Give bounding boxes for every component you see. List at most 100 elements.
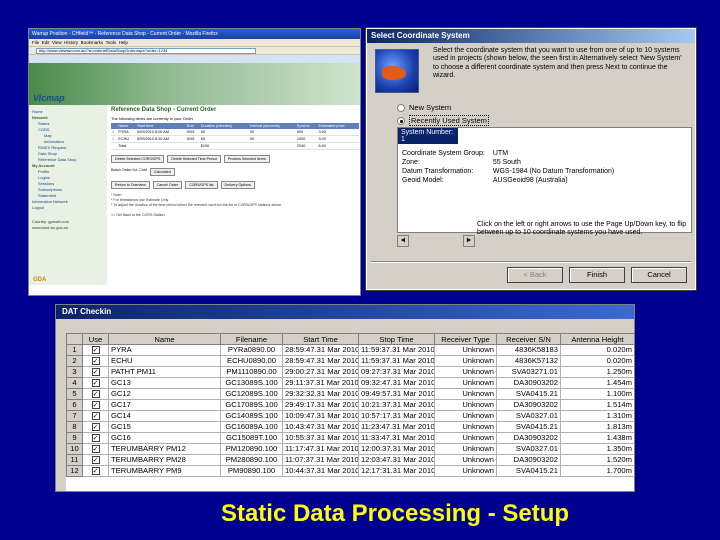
use-checkbox[interactable]: ✓ [91,357,100,365]
dat-row[interactable]: 2 ✓ ECHU ECHU0890.00 28:59:47.31 Mar 2010 11:… [66,355,634,367]
address-input[interactable] [36,47,256,54]
arrow-right-icon[interactable]: ► [463,235,475,247]
dat-cell: 11:23:47.31 Mar 2010 [358,421,435,433]
use-checkbox[interactable]: ✓ [91,423,100,431]
order-cell: 1000 [295,135,318,143]
dat-row[interactable]: 10 ✓ TERUMBARRY PM12 PM120890.100 11:17:47.3… [66,443,634,455]
use-checkbox[interactable]: ✓ [91,434,100,442]
dat-cell: 1.310m [560,410,634,422]
dat-column-header[interactable]: Filename [220,333,283,345]
cancel-button[interactable]: Cancel [631,267,687,283]
order-row[interactable]: Total $190 2040 6.00 [111,142,359,150]
dat-cell: SVA0415.21 [496,421,561,433]
order-action-button[interactable]: Delete Selected Time Period [167,155,221,163]
dat-cell: Unknown [434,465,497,477]
dat-row[interactable]: 9 ✓ GC16 GC15089T.100 10:55:37.31 Mar 2010 11… [66,432,634,444]
dat-row[interactable]: 12 ✓ TERUMBARRY PM9 PM90890.100 10:44:37.31 … [66,465,634,477]
dat-column-header[interactable]: Name [108,333,221,345]
dat-cell: 1.700m [560,465,634,477]
dat-column-header[interactable]: Receiver S/N [496,333,561,345]
use-checkbox[interactable]: ✓ [91,401,100,409]
dat-cell: PYRa0890.00 [220,344,283,356]
finish-button[interactable]: Finish [569,267,625,283]
dat-cell[interactable]: ✓ [82,388,109,400]
dat-cell: DA30903202 [496,454,561,466]
dat-cell[interactable]: ✓ [82,410,109,422]
dat-cell: Unknown [434,377,497,389]
radio-recent-system[interactable]: Recently Used System [397,115,489,126]
nav-link[interactable]: Logout [32,205,104,211]
order-nav-button[interactable]: Delivery Options [220,181,255,189]
arrow-left-icon[interactable]: ◄ [397,235,409,247]
order-table: Name Start time End Duration (minutes) Inter… [111,123,359,150]
dat-cell: 10:43:47.31 Mar 2010 [282,421,359,433]
use-checkbox[interactable]: ✓ [91,379,100,387]
dat-cell: SVA03271.01 [496,366,561,378]
dat-cell[interactable]: ✓ [82,454,109,466]
dat-row[interactable]: 8 ✓ GC15 GC16089A.100 10:43:47.31 Mar 2010 11… [66,421,634,433]
dat-cell[interactable]: ✓ [82,366,109,378]
use-checkbox[interactable]: ✓ [91,346,100,354]
dat-cell[interactable]: ✓ [82,465,109,477]
links-bar [29,55,360,63]
globe-icon [375,49,419,93]
use-checkbox[interactable]: ✓ [91,467,100,475]
dat-cell[interactable]: ✓ [82,399,109,411]
order-cell [185,142,200,150]
dat-cell: 29:32:32.31 Mar 2010 [282,388,359,400]
dat-cell[interactable]: ✓ [82,355,109,367]
use-checkbox[interactable]: ✓ [91,445,100,453]
dat-cell[interactable]: ✓ [82,377,109,389]
dat-cell: 09:49:57.31 Mar 2010 [358,388,435,400]
dat-column-header[interactable]: Stop Time [358,333,435,345]
dat-row[interactable]: 1 ✓ PYRA PYRa0890.00 28:59:47.31 Mar 2010 11:… [66,344,634,356]
dat-cell: Unknown [434,454,497,466]
order-nav-actions: Return to Overview Cancel Order CORS/GPS l… [111,181,359,189]
order-cell: 6.00 [317,142,359,150]
row-number: 10 [66,443,83,455]
dat-column-header[interactable]: Antenna Height [560,333,634,345]
dat-column-header[interactable]: Use [82,333,109,345]
row-number: 9 [66,432,83,444]
dat-cell: 10:44:37.31 Mar 2010 [282,465,359,477]
radio-new-system[interactable]: New System [397,103,451,112]
row-number: 5 [66,388,83,400]
dat-cell[interactable]: ✓ [82,421,109,433]
dat-cell: SVA0415.21 [496,388,561,400]
dat-row[interactable]: 3 ✓ PATHT PM11 PM1110890.00 29:00:27.31 Mar … [66,366,634,378]
system-details-list[interactable]: System Number: 1 Coordinate System Group… [397,127,692,233]
browser-content: Home Network Status CORS Map Information RINEX… [29,105,360,285]
dat-column-header[interactable]: Start Time [282,333,359,345]
dat-cell[interactable]: ✓ [82,432,109,444]
batch-select[interactable]: Calculated [149,168,175,176]
dat-row[interactable]: 7 ✓ GC14 GC14089S.100 10:09:47.31 Mar 2010 10… [66,410,634,422]
use-checkbox[interactable]: ✓ [91,412,100,420]
dat-cell: GC15089T.100 [220,432,283,444]
order-nav-button[interactable]: Return to Overview [111,181,150,189]
order-nav-button[interactable]: CORS/GPS list [185,181,218,189]
use-checkbox[interactable]: ✓ [91,390,100,398]
order-cell: ECHU [117,135,137,143]
dat-cell[interactable]: ✓ [82,443,109,455]
use-checkbox[interactable]: ✓ [91,368,100,376]
order-action-button[interactable]: Delete Selected CORS/GPS [111,155,165,163]
order-actions: Delete Selected CORS/GPS Delete Selected … [111,155,359,163]
dat-cell: SVA0327.01 [496,443,561,455]
system-field-label: Datum Transformation: [402,168,474,175]
order-nav-button[interactable]: Cancel Order [152,181,183,189]
back-button[interactable]: < Back [507,267,563,283]
dat-row[interactable]: 11 ✓ TERUMBARRY PM28 PM280890.100 11:07:37.3… [66,454,634,466]
dat-row[interactable]: 5 ✓ GC12 GC12089S.100 29:32:32.31 Mar 2010 09… [66,388,634,400]
dat-column-header[interactable] [66,333,83,345]
order-action-button[interactable]: Process Selected Items [223,155,270,163]
use-checkbox[interactable]: ✓ [91,456,100,464]
browser-menubar[interactable]: File Edit View History Bookmarks Tools H… [29,39,360,47]
dat-column-header[interactable]: Receiver Type [434,333,497,345]
batch-label: Batch Order for: Cost [111,168,147,172]
dat-cell[interactable]: ✓ [82,344,109,356]
dat-row[interactable]: 4 ✓ GC13 GC13089S.100 29:11:37.31 Mar 2010 09… [66,377,634,389]
order-row[interactable]: ○ ECHU 5/09/2010 8:30 AM 5/09 60 30 1000 3.00 [111,135,359,143]
dat-row[interactable]: 6 ✓ GC17 GC17089S.100 29:49:17.31 Mar 2010 10… [66,399,634,411]
dat-cell: Unknown [434,399,497,411]
dat-cell: 28:59:47.31 Mar 2010 [282,344,359,356]
